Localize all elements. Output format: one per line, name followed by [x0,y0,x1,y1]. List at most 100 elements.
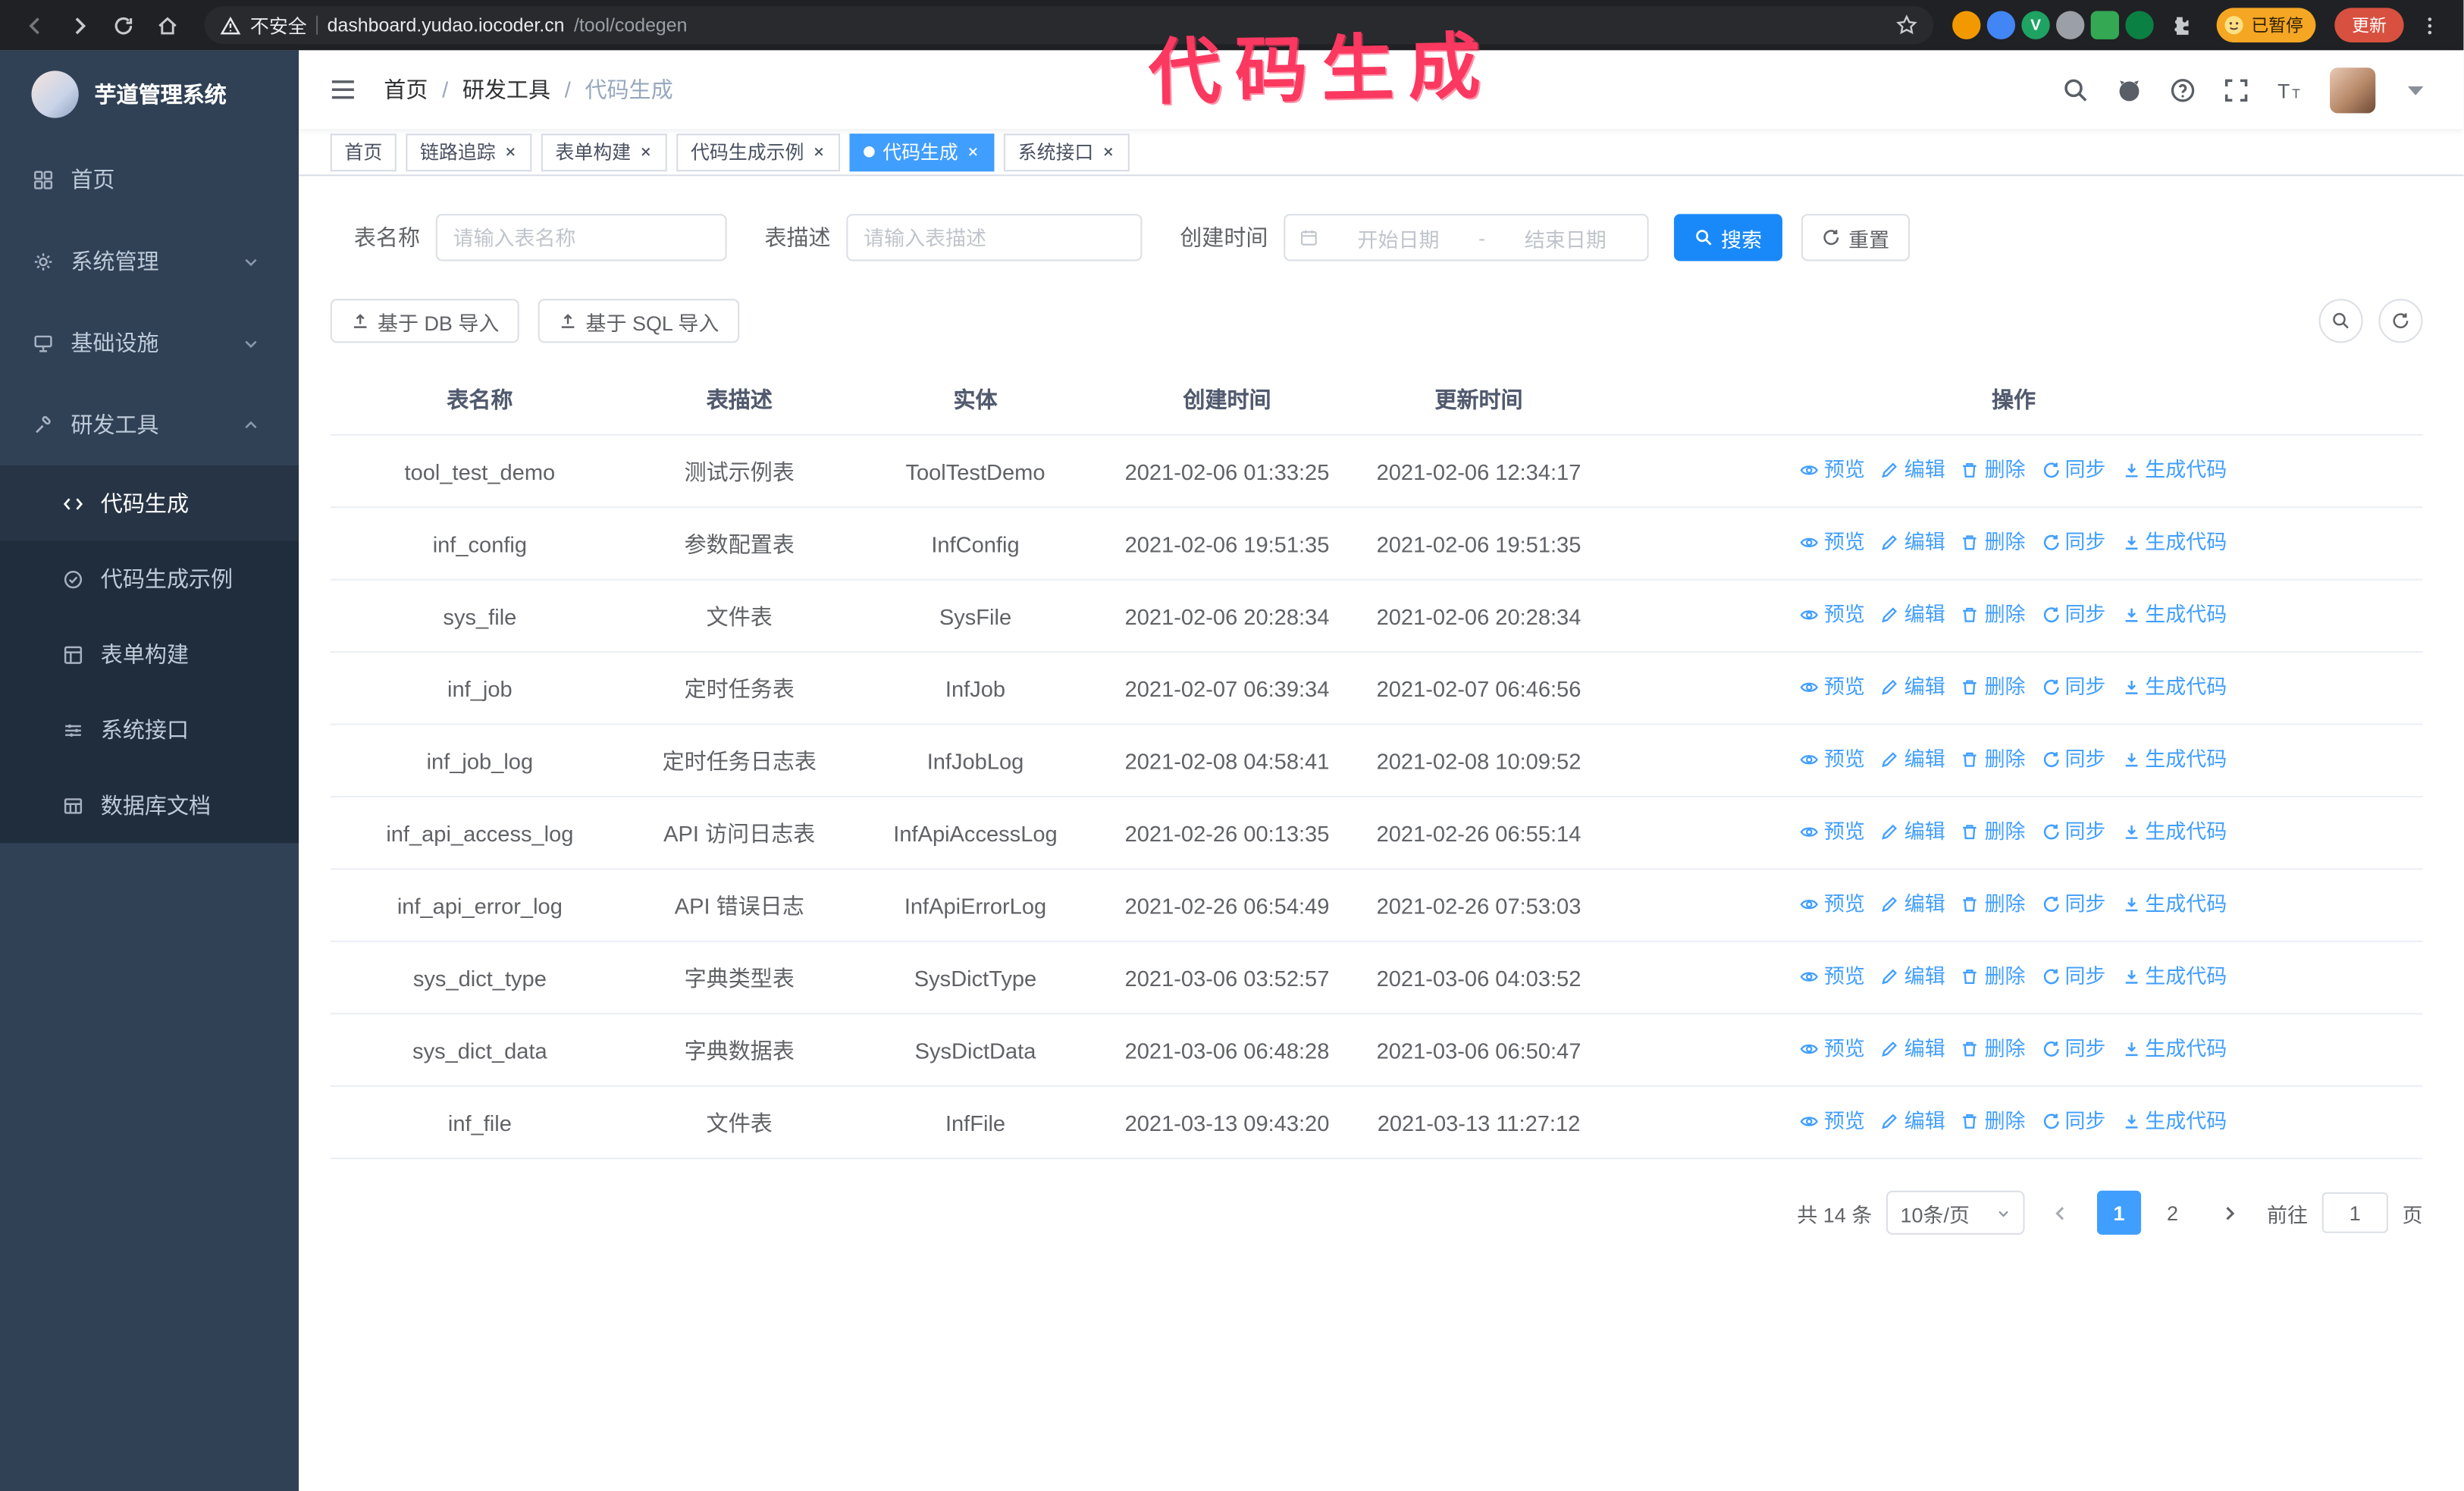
action-edit-link[interactable]: 编辑 [1881,670,1945,705]
import-db-button[interactable]: 基于 DB 导入 [330,299,520,343]
close-icon[interactable] [639,145,654,159]
date-range-picker[interactable]: 开始日期 - 结束日期 [1284,214,1649,262]
extension-icon[interactable] [2056,11,2085,39]
action-eye-link[interactable]: 预览 [1801,453,1865,488]
sidebar-item[interactable]: 研发工具 [0,384,299,465]
action-download-link[interactable]: 生成代码 [2121,525,2227,560]
search-icon[interactable] [2062,77,2089,103]
table-name-input[interactable] [435,214,727,262]
tab[interactable]: 表单构建 [541,133,667,171]
page-number-button[interactable]: 2 [2150,1190,2195,1235]
action-eye-link[interactable]: 预览 [1801,1032,1865,1067]
extension-icon[interactable] [1986,11,2016,39]
action-edit-link[interactable]: 编辑 [1881,525,1945,560]
action-sync-link[interactable]: 同步 [2041,525,2105,560]
action-delete-link[interactable]: 删除 [1961,960,2026,995]
action-download-link[interactable]: 生成代码 [2121,887,2227,922]
extension-icon[interactable] [2125,11,2154,39]
sidebar-subitem[interactable]: 代码生成示例 [0,541,299,617]
sidebar-item[interactable]: 系统管理 [0,221,299,302]
sidebar-subitem[interactable]: 数据库文档 [0,768,299,844]
action-sync-link[interactable]: 同步 [2041,742,2105,777]
tab[interactable]: 首页 [330,133,397,171]
action-download-link[interactable]: 生成代码 [2121,453,2227,488]
action-download-link[interactable]: 生成代码 [2121,742,2227,777]
close-icon[interactable] [812,145,826,159]
action-download-link[interactable]: 生成代码 [2121,815,2227,850]
action-download-link[interactable]: 生成代码 [2121,670,2227,705]
breadcrumb-item[interactable]: 研发工具 [462,74,550,106]
sidebar-subitem[interactable]: 表单构建 [0,616,299,692]
user-avatar[interactable] [2330,67,2376,113]
close-icon[interactable] [966,145,980,159]
action-sync-link[interactable]: 同步 [2041,1032,2105,1067]
action-delete-link[interactable]: 删除 [1961,598,2026,633]
action-edit-link[interactable]: 编辑 [1881,1032,1945,1067]
action-eye-link[interactable]: 预览 [1801,525,1865,560]
action-edit-link[interactable]: 编辑 [1881,887,1945,922]
chevron-down-icon[interactable] [2403,77,2429,103]
extension-icon[interactable] [1952,11,1981,39]
browser-forward-button[interactable] [60,6,98,44]
security-label[interactable]: 不安全 [250,12,307,39]
goto-page-input[interactable] [2321,1192,2388,1233]
action-sync-link[interactable]: 同步 [2041,1104,2105,1139]
tab[interactable]: 链路追踪 [406,133,532,171]
action-eye-link[interactable]: 预览 [1801,598,1865,633]
browser-update-button[interactable]: 更新 [2334,8,2404,43]
browser-reload-button[interactable] [104,6,142,44]
font-size-icon[interactable]: TT [2277,77,2303,103]
action-eye-link[interactable]: 预览 [1801,815,1865,850]
action-download-link[interactable]: 生成代码 [2121,598,2227,633]
action-eye-link[interactable]: 预览 [1801,742,1865,777]
action-eye-link[interactable]: 预览 [1801,670,1865,705]
address-bar[interactable]: 不安全 dashboard.yudao.iocoder.cn/tool/code… [204,6,1934,45]
profile-paused-badge[interactable]: 已暂停 [2216,8,2316,43]
close-icon[interactable] [1102,145,1116,159]
action-delete-link[interactable]: 删除 [1961,1104,2026,1139]
toggle-search-button[interactable] [2318,299,2363,343]
browser-menu-icon[interactable] [2410,6,2448,44]
next-page-button[interactable] [2209,1190,2253,1235]
action-sync-link[interactable]: 同步 [2041,453,2105,488]
action-delete-link[interactable]: 删除 [1961,453,2026,488]
action-delete-link[interactable]: 删除 [1961,815,2026,850]
table-desc-input[interactable] [846,214,1143,262]
action-edit-link[interactable]: 编辑 [1881,742,1945,777]
import-sql-button[interactable]: 基于 SQL 导入 [538,299,740,343]
action-download-link[interactable]: 生成代码 [2121,1032,2227,1067]
action-edit-link[interactable]: 编辑 [1881,453,1945,488]
action-sync-link[interactable]: 同步 [2041,670,2105,705]
github-icon[interactable] [2116,77,2143,103]
tab[interactable]: 系统接口 [1004,133,1130,171]
action-delete-link[interactable]: 删除 [1961,887,2026,922]
extension-icon[interactable] [2090,11,2120,39]
search-button[interactable]: 搜索 [1673,214,1783,262]
page-size-select[interactable]: 10条/页 [1886,1190,2025,1235]
close-icon[interactable] [503,145,518,159]
sidebar-item[interactable]: 基础设施 [0,302,299,384]
browser-home-button[interactable] [148,6,186,44]
app-logo[interactable]: 芋道管理系统 [0,50,299,138]
action-sync-link[interactable]: 同步 [2041,815,2105,850]
refresh-table-button[interactable] [2378,299,2423,343]
action-delete-link[interactable]: 删除 [1961,670,2026,705]
action-edit-link[interactable]: 编辑 [1881,960,1945,995]
help-icon[interactable] [2169,77,2196,103]
fullscreen-icon[interactable] [2223,77,2249,103]
sidebar-item[interactable]: 首页 [0,139,299,221]
action-edit-link[interactable]: 编辑 [1881,598,1945,633]
extensions-puzzle-icon[interactable] [2160,6,2198,44]
browser-back-button[interactable] [16,6,54,44]
sidebar-subitem[interactable]: 代码生成 [0,465,299,541]
action-sync-link[interactable]: 同步 [2041,598,2105,633]
breadcrumb-item[interactable]: 首页 [384,74,428,106]
action-delete-link[interactable]: 删除 [1961,742,2026,777]
action-delete-link[interactable]: 删除 [1961,525,2026,560]
extension-icon[interactable]: V [2021,11,2050,39]
action-eye-link[interactable]: 预览 [1801,1104,1865,1139]
hamburger-icon[interactable] [328,74,359,106]
action-edit-link[interactable]: 编辑 [1881,815,1945,850]
action-edit-link[interactable]: 编辑 [1881,1104,1945,1139]
bookmark-star-icon[interactable] [1895,14,1917,36]
